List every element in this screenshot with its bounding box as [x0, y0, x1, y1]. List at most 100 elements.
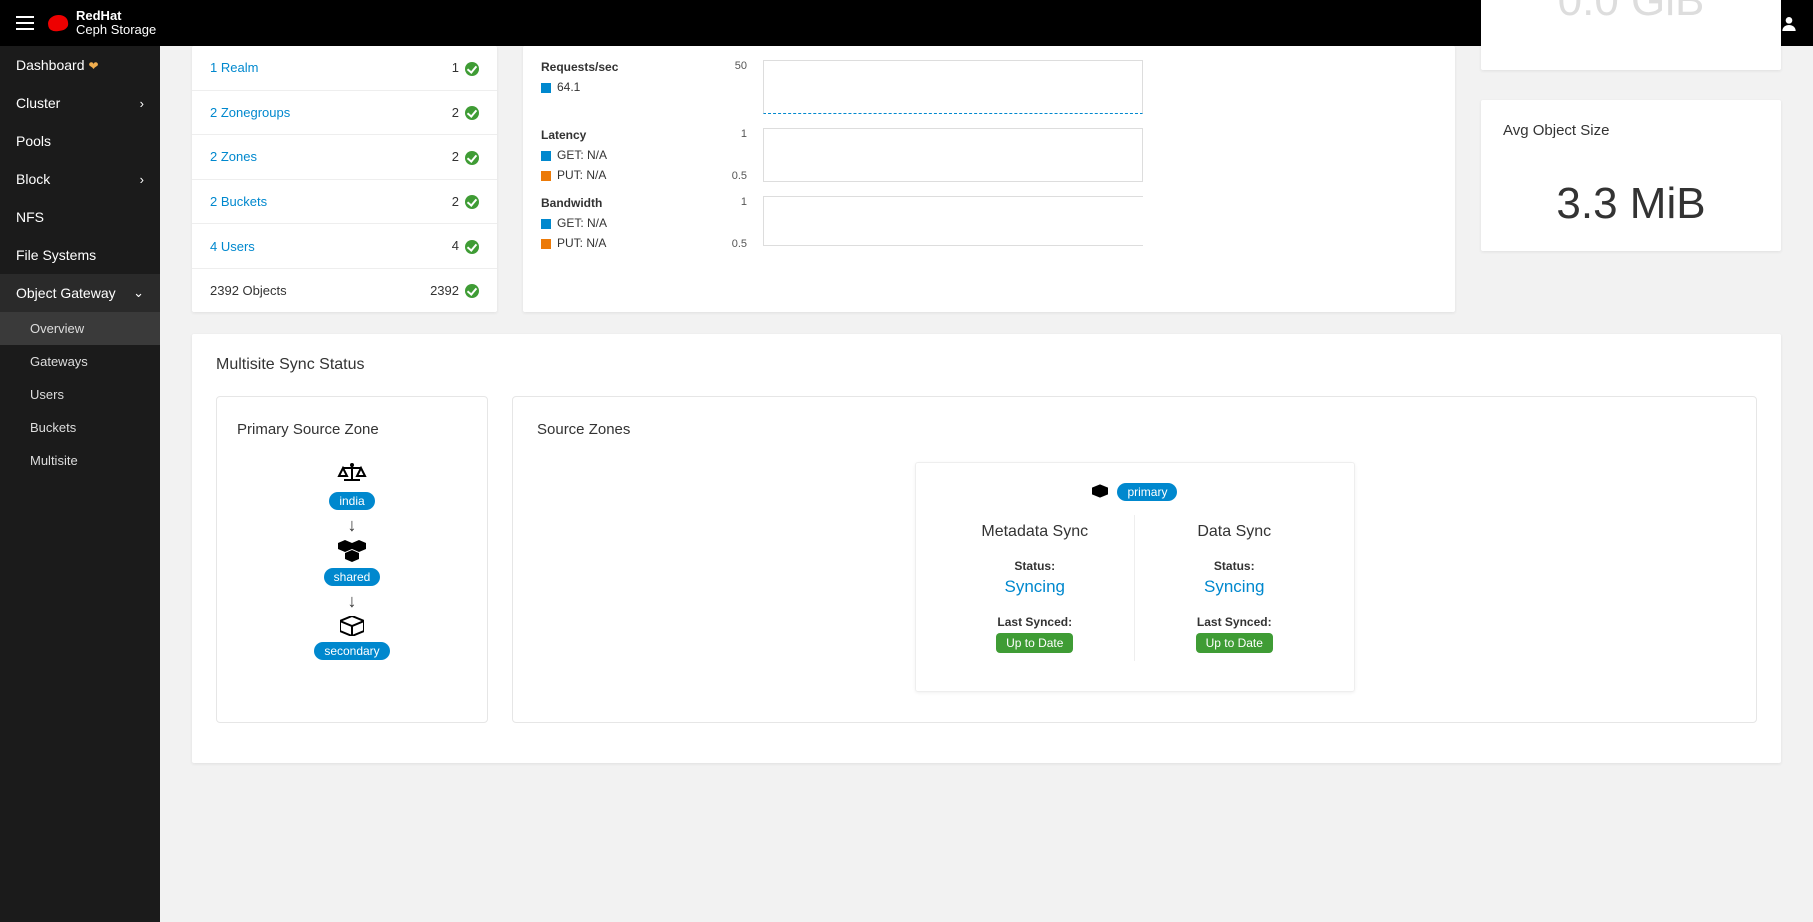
- inventory-label: 2392 Objects: [210, 283, 287, 298]
- data-sync-title: Data Sync: [1141, 523, 1328, 541]
- last-synced-label: Last Synced:: [942, 615, 1129, 629]
- legend-item: 64.1: [541, 80, 701, 94]
- inventory-count: 2: [452, 105, 459, 120]
- chart-plot-area: [763, 196, 1143, 246]
- chart-bandwidth: Bandwidth GET: N/A PUT: N/A 1 0.5: [541, 182, 1437, 250]
- user-icon[interactable]: [1781, 15, 1797, 31]
- avg-object-size-title: Avg Object Size: [1503, 122, 1759, 139]
- avg-object-size-value: 3.3 MiB: [1503, 179, 1759, 229]
- arrow-down-icon: ↓: [348, 592, 357, 610]
- y-tick: 1: [717, 128, 747, 140]
- inventory-link[interactable]: 4 Users: [210, 239, 255, 254]
- last-synced-label: Last Synced:: [1141, 615, 1328, 629]
- legend-item: GET: N/A: [541, 216, 701, 230]
- chart-title: Latency: [541, 128, 701, 142]
- sidebar-sub-overview[interactable]: Overview: [0, 312, 160, 345]
- inventory-row: 2 Zonegroups 2: [192, 91, 497, 136]
- main-content: 1 Realm 1 2 Zonegroups 2 2 Zones 2 2 Bucket…: [160, 46, 1813, 922]
- legend-square-icon: [541, 83, 551, 93]
- zone-pill: secondary: [314, 642, 389, 660]
- sidebar-item-file-systems[interactable]: File Systems: [0, 236, 160, 274]
- chart-title: Requests/sec: [541, 60, 701, 74]
- sidebar: Dashboard❤ Cluster› Pools Block› NFS Fil…: [0, 46, 160, 922]
- inventory-row: 1 Realm 1: [192, 46, 497, 91]
- sidebar-sub-gateways[interactable]: Gateways: [0, 345, 160, 378]
- inventory-count: 4: [452, 238, 459, 253]
- sidebar-item-dashboard[interactable]: Dashboard❤: [0, 46, 160, 84]
- inventory-count: 2392: [430, 283, 459, 298]
- arrow-down-icon: ↓: [348, 516, 357, 534]
- chart-plot-area: [763, 128, 1143, 182]
- source-zone-pill: primary: [1117, 483, 1177, 501]
- performance-card: Requests/sec 64.1 50 Latency GET: N/A PU…: [523, 46, 1455, 312]
- metadata-sync-title: Metadata Sync: [942, 523, 1129, 541]
- inventory-link[interactable]: 2 Zones: [210, 149, 257, 164]
- legend-square-icon: [541, 219, 551, 229]
- inventory-count: 2: [452, 149, 459, 164]
- metadata-sync-col: Metadata Sync Status: Syncing Last Synce…: [936, 515, 1136, 661]
- chevron-down-icon: ⌄: [133, 285, 144, 301]
- cube-icon: [340, 616, 364, 636]
- scales-icon: [337, 462, 367, 486]
- last-synced-badge: Up to Date: [996, 633, 1073, 653]
- redhat-hat-icon: [47, 14, 69, 33]
- source-zone-panel: primary Metadata Sync Status: Syncing La…: [915, 462, 1355, 692]
- chart-requests: Requests/sec 64.1 50: [541, 46, 1437, 114]
- inventory-row: 2 Buckets2: [192, 180, 497, 225]
- y-tick: 50: [717, 60, 747, 72]
- hamburger-icon[interactable]: [16, 16, 34, 30]
- y-tick: 0.5: [717, 238, 747, 250]
- chart-title: Bandwidth: [541, 196, 701, 210]
- sidebar-sub-buckets[interactable]: Buckets: [0, 411, 160, 444]
- chart-plot-area: [763, 60, 1143, 114]
- heart-icon: ❤: [89, 59, 99, 73]
- sidebar-item-cluster[interactable]: Cluster›: [0, 84, 160, 122]
- source-zones-title: Source Zones: [537, 421, 1732, 438]
- status-value: Syncing: [1141, 577, 1328, 597]
- brand-line2: Ceph Storage: [76, 22, 156, 37]
- sidebar-item-block[interactable]: Block›: [0, 160, 160, 198]
- inventory-card: 1 Realm 1 2 Zonegroups 2 2 Zones 2 2 Bucket…: [192, 46, 497, 312]
- multisite-sync-card: Multisite Sync Status Primary Source Zon…: [192, 334, 1781, 763]
- y-tick: 0.5: [717, 170, 747, 182]
- metric-top-card: 0.0 GiB: [1481, 0, 1781, 70]
- check-icon: [465, 195, 479, 209]
- realm-pill: india: [329, 492, 374, 510]
- status-label: Status:: [942, 559, 1129, 573]
- check-icon: [465, 106, 479, 120]
- check-icon: [465, 284, 479, 298]
- source-zones-card: Source Zones primary Metadata Sync Statu…: [512, 396, 1757, 723]
- chart-latency: Latency GET: N/A PUT: N/A 10.5: [541, 114, 1437, 182]
- legend-square-icon: [541, 171, 551, 181]
- metric-top-value: 0.0 GiB: [1503, 0, 1759, 26]
- inventory-row: 2 Zones 2: [192, 135, 497, 180]
- status-label: Status:: [1141, 559, 1328, 573]
- inventory-row: 2392 Objects 2392: [192, 269, 497, 313]
- last-synced-badge: Up to Date: [1196, 633, 1273, 653]
- multisite-title: Multisite Sync Status: [216, 356, 1757, 374]
- check-icon: [465, 151, 479, 165]
- sidebar-sub-users[interactable]: Users: [0, 378, 160, 411]
- inventory-link[interactable]: 2 Zonegroups: [210, 105, 290, 120]
- y-tick: 1: [717, 196, 747, 208]
- chevron-right-icon: ›: [140, 172, 144, 187]
- legend-square-icon: [541, 239, 551, 249]
- inventory-link[interactable]: 1 Realm: [210, 60, 258, 75]
- primary-source-zone-card: Primary Source Zone india ↓ shared ↓ sec…: [216, 396, 488, 723]
- legend-square-icon: [541, 151, 551, 161]
- cubes-icon: [337, 540, 367, 562]
- sidebar-item-object-gateway[interactable]: Object Gateway⌄: [0, 274, 160, 312]
- brand-logo: RedHatCeph Storage: [48, 9, 156, 36]
- inventory-link[interactable]: 2 Buckets: [210, 194, 267, 209]
- sidebar-item-nfs[interactable]: NFS: [0, 198, 160, 236]
- legend-item: GET: N/A: [541, 148, 701, 162]
- inventory-row: 4 Users 4: [192, 224, 497, 269]
- sidebar-sub-multisite[interactable]: Multisite: [0, 444, 160, 477]
- cube-icon: [1092, 484, 1108, 501]
- legend-item: PUT: N/A: [541, 236, 701, 250]
- chevron-right-icon: ›: [140, 96, 144, 111]
- sidebar-item-pools[interactable]: Pools: [0, 122, 160, 160]
- inventory-count: 1: [452, 60, 459, 75]
- check-icon: [465, 62, 479, 76]
- data-sync-col: Data Sync Status: Syncing Last Synced: U…: [1135, 515, 1334, 661]
